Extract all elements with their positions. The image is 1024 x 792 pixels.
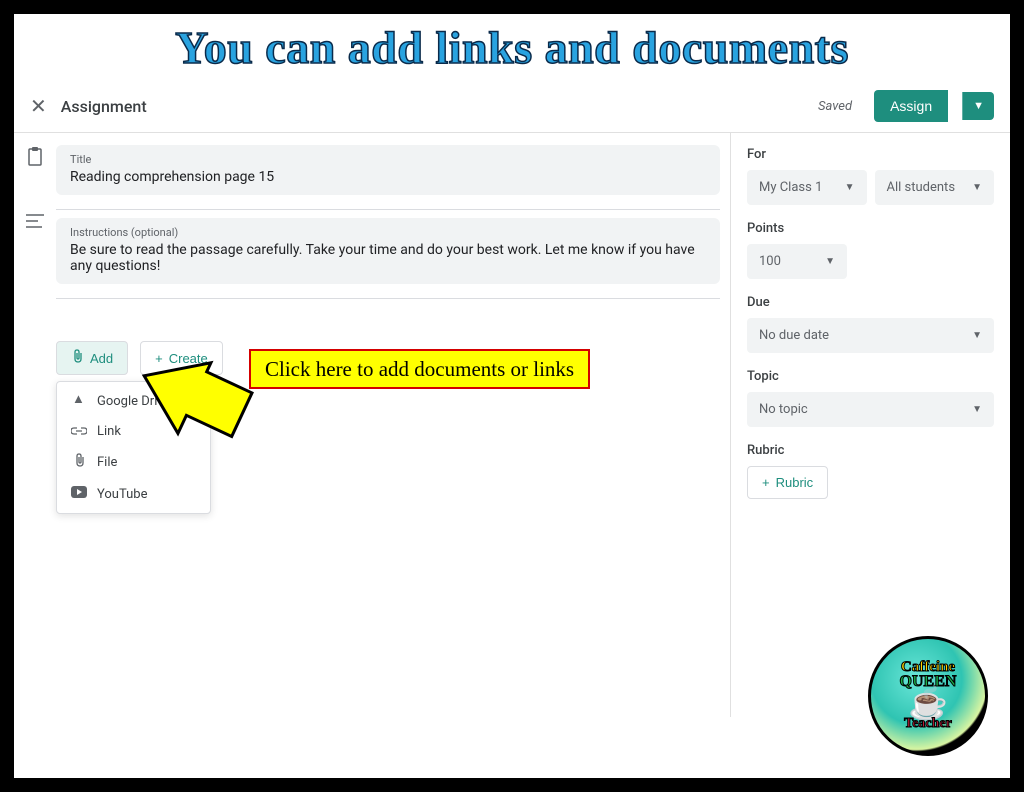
divider	[56, 298, 720, 299]
assign-dropdown-button[interactable]: ▼	[962, 92, 994, 120]
topic-value: No topic	[759, 402, 808, 417]
rubric-btn-label: Rubric	[776, 475, 814, 490]
topic-select[interactable]: No topic ▼	[747, 392, 994, 427]
dropdown-item-file[interactable]: File	[57, 446, 210, 479]
chevron-down-icon: ▼	[972, 182, 982, 193]
youtube-label: YouTube	[97, 487, 148, 502]
add-label: Add	[90, 351, 113, 366]
close-icon[interactable]: ✕	[30, 94, 47, 118]
instructions-label: Instructions (optional)	[70, 226, 706, 239]
due-label: Due	[747, 295, 994, 310]
file-icon	[71, 453, 87, 472]
due-select[interactable]: No due date ▼	[747, 318, 994, 353]
points-label: Points	[747, 221, 994, 236]
add-button[interactable]: Add	[56, 341, 128, 375]
callout-annotation: Click here to add documents or links	[249, 349, 590, 389]
instructions-card[interactable]: Instructions (optional) Be sure to read …	[56, 218, 720, 284]
due-value: No due date	[759, 328, 829, 343]
points-value: 100	[759, 254, 781, 269]
arrow-annotation	[134, 359, 254, 439]
youtube-icon	[71, 486, 87, 502]
for-label: For	[747, 147, 994, 162]
clipboard-icon	[14, 147, 56, 172]
chevron-down-icon: ▼	[845, 182, 855, 193]
left-rail	[14, 133, 56, 717]
chevron-down-icon: ▼	[972, 330, 982, 341]
plus-icon: +	[762, 475, 770, 490]
drive-icon	[71, 393, 87, 409]
instructions-value: Be sure to read the passage carefully. T…	[70, 242, 706, 274]
title-label: Title	[70, 153, 706, 166]
chevron-down-icon: ▼	[972, 404, 982, 415]
chevron-down-icon: ▼	[825, 256, 835, 267]
title-value: Reading comprehension page 15	[70, 169, 706, 185]
rubric-button[interactable]: + Rubric	[747, 466, 828, 499]
top-bar: ✕ Assignment Saved Assign ▼	[14, 80, 1010, 133]
assign-button[interactable]: Assign	[874, 90, 948, 122]
side-panel: For My Class 1 ▼ All students ▼ Points 1…	[730, 133, 1010, 717]
students-value: All students	[887, 180, 956, 195]
class-select[interactable]: My Class 1 ▼	[747, 170, 867, 205]
text-align-icon	[14, 212, 56, 233]
class-value: My Class 1	[759, 180, 822, 195]
brand-logo: Caffeine QUEEN ☕ Teacher	[868, 636, 988, 756]
link-label: Link	[97, 424, 121, 439]
paperclip-icon	[71, 349, 84, 367]
banner-heading: You can add links and documents	[14, 14, 1010, 80]
page-title: Assignment	[61, 97, 804, 116]
coffee-cup-icon: ☕	[900, 689, 957, 718]
link-icon	[71, 423, 87, 439]
students-select[interactable]: All students ▼	[875, 170, 995, 205]
logo-line3: Teacher	[900, 718, 957, 731]
dropdown-item-youtube[interactable]: YouTube	[57, 479, 210, 509]
topic-label: Topic	[747, 369, 994, 384]
file-label: File	[97, 455, 117, 470]
saved-status: Saved	[818, 99, 852, 114]
rubric-label: Rubric	[747, 443, 994, 458]
points-select[interactable]: 100 ▼	[747, 244, 847, 279]
divider	[56, 209, 720, 210]
title-card[interactable]: Title Reading comprehension page 15	[56, 145, 720, 195]
